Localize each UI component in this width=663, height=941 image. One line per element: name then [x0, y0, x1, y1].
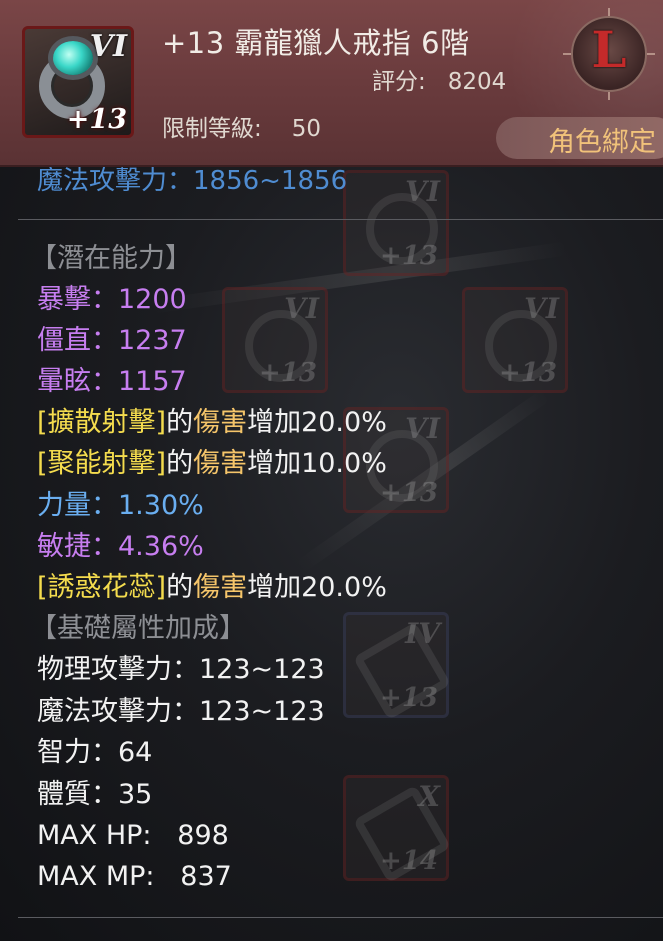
- base-attributes-heading: 【基礎屬性加成】: [30, 613, 246, 644]
- slot-enhance: +13: [259, 358, 317, 388]
- potential-heading: 【潛在能力】: [30, 243, 192, 274]
- slot-grade: VI: [284, 292, 319, 325]
- skill-bonus-line: [擴散射擊]的傷害增加20.0%: [37, 406, 387, 440]
- divider: [18, 219, 663, 220]
- slot-enhance: +13: [380, 241, 438, 271]
- skill-bonus-line: [誘惑花蕊]的傷害增加20.0%: [37, 571, 387, 605]
- bind-status-text: 角色綁定: [548, 127, 656, 158]
- skill-damage: 傷害: [193, 407, 248, 438]
- potential-stat: 僵直：1237: [37, 325, 187, 356]
- skill-damage: 傷害: [193, 448, 248, 479]
- divider: [18, 917, 663, 918]
- slot-grade: VI: [405, 412, 440, 445]
- stat-percent: 力量：1.30%: [37, 490, 204, 521]
- skill-name: [擴散射擊]: [37, 407, 167, 438]
- skill-of: 的: [166, 448, 194, 479]
- background-item-slot: VI +13: [343, 170, 449, 276]
- item-title: +13 霸龍獵人戒指 6階: [162, 26, 470, 60]
- slot-grade: IV: [405, 617, 440, 650]
- level-value: 50: [291, 116, 322, 142]
- skill-damage: 傷害: [193, 572, 248, 603]
- item-grade: VI: [89, 29, 127, 64]
- slot-enhance: +13: [499, 358, 557, 388]
- background-item-slot: VI +13: [462, 287, 568, 393]
- base-stat: 體質：35: [37, 779, 153, 810]
- rarity-letter: L: [591, 20, 627, 79]
- background-item-slot: VI +13: [222, 287, 328, 393]
- slot-grade: VI: [405, 175, 440, 208]
- rarity-emblem: L: [563, 8, 655, 100]
- skill-of: 的: [166, 572, 194, 603]
- base-stat: 智力：64: [37, 737, 153, 768]
- skill-name: [誘惑花蕊]: [37, 572, 167, 603]
- skill-increase: 增加20.0%: [247, 407, 387, 438]
- skill-name: [聚能射擊]: [37, 448, 167, 479]
- skill-increase: 增加20.0%: [247, 572, 387, 603]
- skill-of: 的: [166, 407, 194, 438]
- stat-percent: 敏捷：4.36%: [37, 531, 204, 562]
- potential-stat: 暈眩：1157: [37, 366, 187, 397]
- max-hp: MAX HP: 898: [37, 820, 229, 851]
- potential-stat: 暴擊：1200: [37, 284, 187, 315]
- background-item-slot: X +14: [343, 775, 452, 884]
- level-label: 限制等級:: [162, 116, 262, 142]
- item-tooltip: VI +13 VI +13 VI +13 VI +13 IV +13 X +14…: [0, 0, 663, 941]
- slot-enhance: +13: [380, 478, 438, 508]
- slot-grade: VI: [524, 292, 559, 325]
- score-label: 評分:: [372, 69, 426, 95]
- skill-bonus-line: [聚能射擊]的傷害增加10.0%: [37, 447, 387, 481]
- base-stat: 魔法攻擊力：123~123: [37, 696, 325, 727]
- item-header: VI +13 +13 霸龍獵人戒指 6階 評分: 8204 限制等級: 50 L 角…: [0, 0, 663, 167]
- max-mp: MAX MP: 837: [37, 861, 232, 892]
- skill-increase: 增加10.0%: [247, 448, 387, 479]
- teal-gem-icon: [53, 41, 93, 75]
- slot-grade: X: [418, 780, 440, 813]
- background-item-slot: IV +13: [343, 612, 452, 721]
- base-stat: 物理攻擊力：123~123: [37, 654, 325, 685]
- item-enhance-level: +13: [66, 104, 127, 135]
- score-value: 8204: [447, 69, 507, 95]
- score-row: 評分: 8204: [372, 62, 506, 96]
- slot-enhance: +13: [380, 683, 438, 713]
- slot-enhance: +14: [380, 846, 438, 876]
- level-requirement-row: 限制等級: 50: [162, 109, 321, 143]
- item-icon-slot: VI +13: [22, 26, 134, 138]
